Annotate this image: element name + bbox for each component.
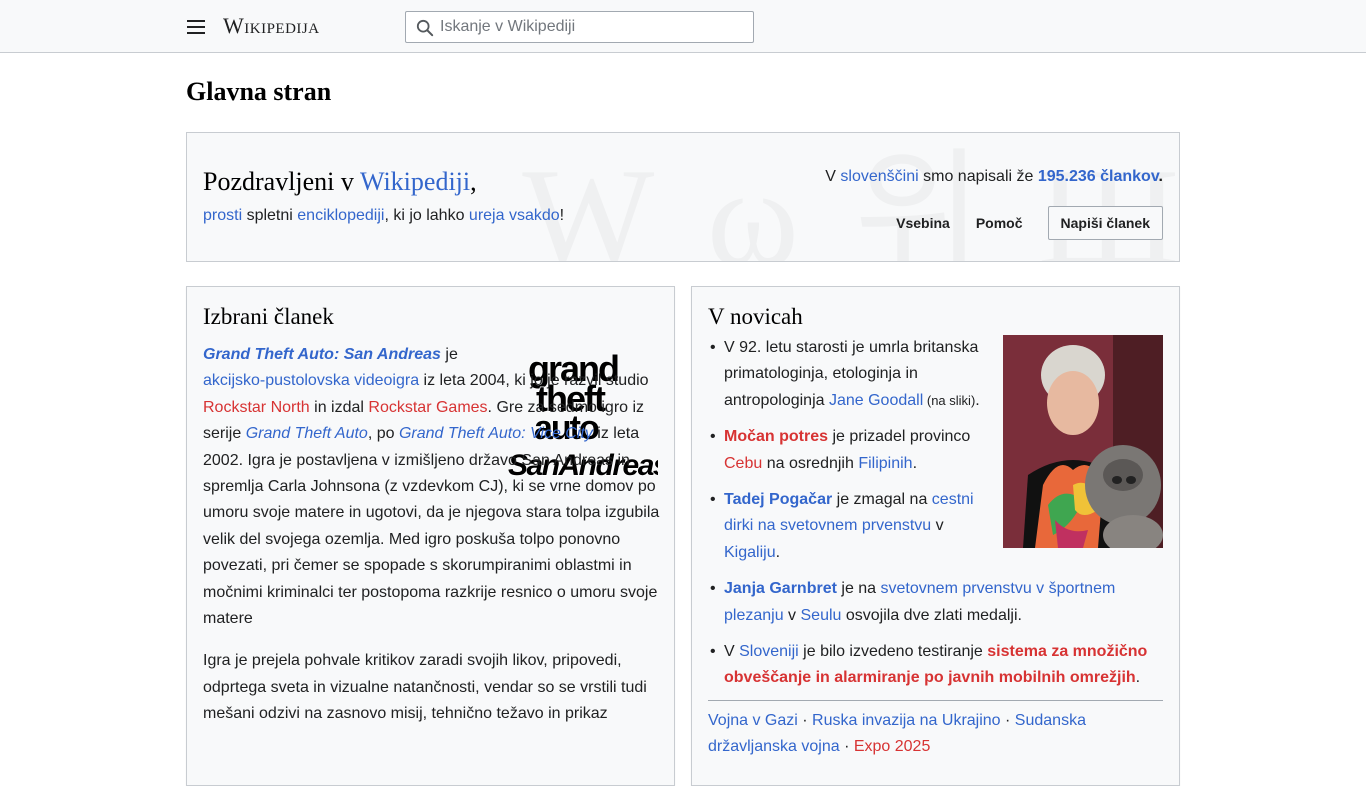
- kigali-link[interactable]: Kigaliju: [724, 544, 776, 561]
- featured-article-text: Grand Theft Auto: San Andreas je akcijsk…: [203, 342, 660, 744]
- vice-city-link[interactable]: Grand Theft Auto: Vice City: [399, 425, 593, 442]
- free-link[interactable]: prosti: [203, 207, 242, 224]
- write-article-button[interactable]: Napiši članek: [1047, 206, 1163, 240]
- news-item: V Sloveniji je bilo izvedeno testiranje …: [708, 639, 1166, 692]
- slovene-language-link[interactable]: slovenščini: [840, 168, 918, 185]
- featured-article-heading: Izbrani članek: [203, 304, 334, 329]
- featured-article-box: Izbrani članek grand theft auto SanAndre…: [186, 286, 675, 786]
- philippines-link[interactable]: Filipinih: [858, 455, 912, 472]
- header-bar: Wikipedija: [0, 0, 1366, 53]
- genre-link[interactable]: akcijsko-pustolovska videoigra: [203, 372, 419, 389]
- featured-paragraph-1: Grand Theft Auto: San Andreas je akcijsk…: [203, 346, 660, 628]
- search-input[interactable]: [440, 12, 745, 42]
- welcome-subtitle: prosti spletni enciklopediji, ki jo lahk…: [203, 207, 565, 224]
- help-link[interactable]: Pomoč: [963, 215, 1036, 231]
- seoul-link[interactable]: Seulu: [801, 607, 842, 624]
- article-count-link[interactable]: 195.236 člankov: [1038, 168, 1159, 185]
- featured-title-link[interactable]: Grand Theft Auto: San Andreas: [203, 346, 441, 363]
- wikipedia-logo[interactable]: Wikipedija: [223, 13, 320, 39]
- welcome-banner: W ω 위 Ш Pozdravljeni v Wikipediji, prost…: [186, 132, 1180, 262]
- garnbret-link[interactable]: Janja Garnbret: [724, 580, 837, 597]
- news-heading: V novicah: [708, 304, 803, 329]
- main-menu-icon[interactable]: [186, 17, 206, 37]
- series-link[interactable]: Grand Theft Auto: [246, 425, 368, 442]
- news-item: Tadej Pogačar je zmagal na cestni dirki …: [708, 487, 988, 566]
- article-count-text: V slovenščini smo napisali že 195.236 čl…: [825, 168, 1163, 185]
- ongoing-gaza-war-link[interactable]: Vojna v Gazi: [708, 712, 798, 729]
- welcome-actions: Vsebina Pomoč Napiši članek: [883, 206, 1163, 240]
- pogacar-link[interactable]: Tadej Pogačar: [724, 491, 832, 508]
- wikipedia-link[interactable]: Wikipediji: [360, 167, 470, 196]
- news-item: Janja Garnbret je na svetovnem prvenstvu…: [708, 576, 1166, 629]
- contents-link[interactable]: Vsebina: [883, 215, 963, 231]
- ongoing-expo-link[interactable]: Expo 2025: [854, 738, 931, 755]
- search-box[interactable]: [405, 11, 754, 43]
- news-item: Močan potres je prizadel provinco Cebu n…: [708, 424, 988, 477]
- search-icon: [416, 19, 434, 37]
- slovenia-link[interactable]: Sloveniji: [739, 643, 799, 660]
- earthquake-link[interactable]: Močan potres: [724, 428, 828, 445]
- featured-paragraph-2: Igra je prejela pohvale kritikov zaradi …: [203, 652, 647, 723]
- news-list: V 92. letu starosti je umrla britanska p…: [708, 335, 1166, 702]
- cebu-link[interactable]: Cebu: [724, 455, 762, 472]
- welcome-title: Pozdravljeni v Wikipediji,: [203, 167, 477, 196]
- developer-link[interactable]: Rockstar North: [203, 399, 310, 416]
- ongoing-events: Vojna v Gazi · Ruska invazija na Ukrajin…: [708, 712, 1086, 756]
- ongoing-ukraine-invasion-link[interactable]: Ruska invazija na Ukrajino: [812, 712, 1001, 729]
- news-item: V 92. letu starosti je umrla britanska p…: [708, 335, 988, 414]
- news-divider: [708, 700, 1163, 701]
- encyclopedia-link[interactable]: enciklopediji: [297, 207, 384, 224]
- background-glyphs-decoration: W ω 위 Ш: [522, 133, 1179, 261]
- publisher-link[interactable]: Rockstar Games: [368, 399, 487, 416]
- page-title: Glavna stran: [186, 77, 332, 106]
- jane-goodall-link[interactable]: Jane Goodall: [829, 392, 923, 409]
- anyone-can-edit-link[interactable]: ureja vsakdo: [469, 207, 560, 224]
- news-box: V novicah V 92. letu starosti je umrla b…: [691, 286, 1180, 786]
